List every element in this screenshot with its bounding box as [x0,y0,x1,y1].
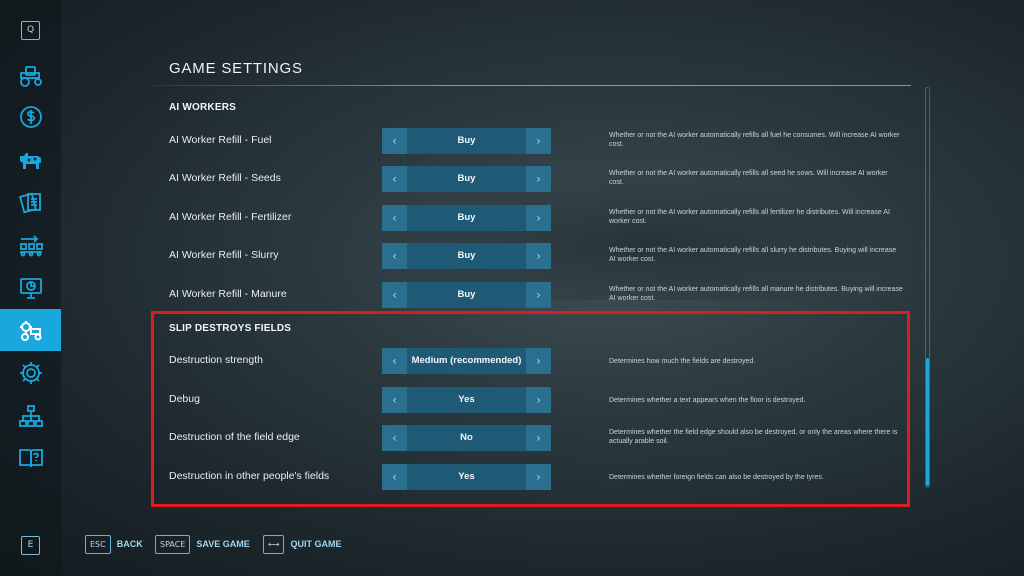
tractor-icon [19,66,42,87]
setting-description: Whether or not the AI worker automatical… [609,132,900,148]
page-title: GAME SETTINGS [169,60,303,77]
option-value[interactable]: Buy [407,128,526,154]
sidebar-item-statistics[interactable] [0,267,61,309]
sidebar-item-contracts[interactable] [0,182,61,224]
animals-icon [19,153,41,169]
gear-icon [19,362,42,384]
dollar-icon [19,106,42,128]
scrollbar-thumb[interactable] [926,358,929,486]
sidebar-item-general-settings[interactable] [0,352,61,394]
chevron-left-icon[interactable]: ‹ [382,205,407,231]
setting-label: AI Worker Refill - Fuel [169,134,272,146]
title-divider [151,85,911,86]
quit-game-button[interactable]: ⟷ QUIT GAME [263,534,341,554]
chevron-left-icon[interactable]: ‹ [382,166,407,192]
section-header-ai-workers: AI WORKERS [169,102,236,113]
statistics-icon [19,278,42,299]
setting-row: AI Worker Refill - Fuel ‹ Buy › Whether … [151,127,911,157]
game-settings-icon [19,321,41,341]
setting-description: Whether or not the AI worker automatical… [609,170,888,186]
chevron-left-icon[interactable]: ‹ [382,243,407,269]
setting-label: AI Worker Refill - Fertilizer [169,211,292,223]
option-selector: ‹ Buy › [382,128,551,154]
setting-row: AI Worker Refill - Fertilizer ‹ Buy › Wh… [151,204,911,234]
setting-description: Whether or not the AI worker automatical… [609,209,890,225]
sidebar-item-game-settings[interactable] [0,309,61,351]
option-selector: ‹ Buy › [382,282,551,308]
contracts-icon [18,192,41,214]
back-label: BACK [116,539,143,549]
setting-row: AI Worker Refill - Manure ‹ Buy › Whethe… [151,281,911,311]
sidebar-nav: Q E [0,0,61,576]
chevron-right-icon[interactable]: › [526,282,551,308]
option-value[interactable]: Buy [407,166,526,192]
sidebar-item-animals[interactable] [0,139,61,181]
quit-game-label: QUIT GAME [290,539,342,549]
highlight-box [151,311,910,507]
sidebar-item-hierarchy[interactable] [0,395,61,437]
sidebar-next-key[interactable]: E [21,536,40,555]
chevron-right-icon[interactable]: › [526,128,551,154]
hierarchy-icon [18,405,43,427]
sidebar-item-help[interactable] [0,437,61,479]
sidebar-item-production[interactable] [0,224,61,266]
sidebar-item-vehicles[interactable] [0,54,61,96]
chevron-right-icon[interactable]: › [526,166,551,192]
back-button[interactable]: ESC BACK [85,534,143,554]
option-selector: ‹ Buy › [382,205,551,231]
setting-row: AI Worker Refill - Seeds ‹ Buy › Whether… [151,165,911,195]
option-selector: ‹ Buy › [382,166,551,192]
chevron-right-icon[interactable]: › [526,205,551,231]
setting-description: Whether or not the AI worker automatical… [609,286,903,302]
sidebar-prev-key[interactable]: Q [21,21,40,40]
space-key-badge: SPACE [155,534,191,554]
setting-row: AI Worker Refill - Slurry ‹ Buy › Whethe… [151,242,911,272]
save-game-label: SAVE GAME [196,539,250,549]
help-book-icon [18,449,43,468]
production-icon [19,235,43,257]
option-value[interactable]: Buy [407,282,526,308]
chevron-left-icon[interactable]: ‹ [382,128,407,154]
setting-description: Whether or not the AI worker automatical… [609,247,897,263]
sidebar-item-finances[interactable] [0,96,61,138]
save-game-button[interactable]: SPACE SAVE GAME [155,534,250,554]
setting-label: AI Worker Refill - Manure [169,288,287,300]
esc-key-badge: ESC [85,534,111,554]
chevron-left-icon[interactable]: ‹ [382,282,407,308]
option-value[interactable]: Buy [407,243,526,269]
chevron-right-icon[interactable]: › [526,243,551,269]
option-value[interactable]: Buy [407,205,526,231]
setting-label: AI Worker Refill - Slurry [169,249,279,261]
option-selector: ‹ Buy › [382,243,551,269]
quit-key-badge: ⟷ [263,534,285,554]
setting-label: AI Worker Refill - Seeds [169,172,281,184]
